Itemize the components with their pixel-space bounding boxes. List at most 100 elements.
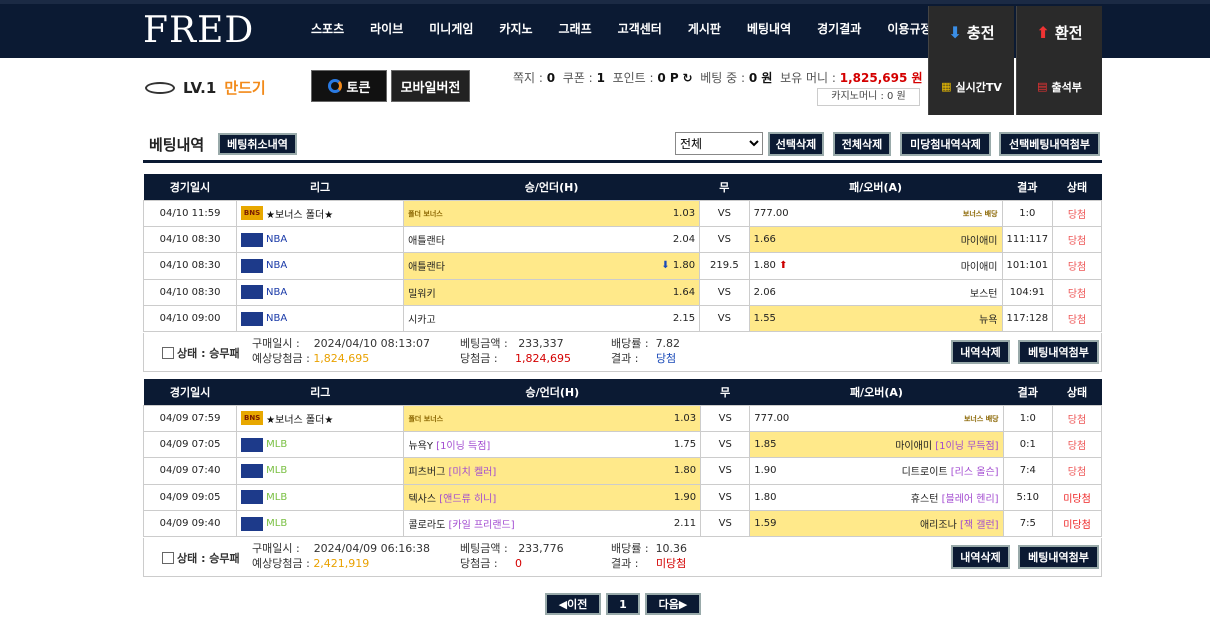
refresh-icon[interactable]: ↻ — [683, 71, 693, 85]
status-badge: 미당첨 — [1051, 483, 1103, 512]
away-pick: 2.06 보스턴 — [748, 278, 1003, 307]
home-pick: 폴더 보너스 1.03 — [403, 199, 701, 227]
amount-info: 베팅금액 : 233,337 당첨금 : 1,824,695 — [460, 337, 572, 365]
column-header: 경기일시 — [143, 174, 237, 200]
away-pick: 1.59 애리조나 [잭 갤런] — [749, 510, 1004, 538]
column-header: 상태 — [1052, 174, 1102, 200]
prev-page-button[interactable]: ◀이전 — [545, 593, 601, 615]
bet-select-checkbox[interactable]: 상태 : 승무패 — [162, 345, 240, 361]
away-pick: 1.66 마이애미 — [748, 225, 1003, 254]
nav-item[interactable]: 라이브 — [357, 20, 416, 37]
nav-item[interactable]: 스포츠 — [298, 20, 357, 37]
bet-select-checkbox[interactable]: 상태 : 승무패 — [162, 550, 240, 566]
draw-cell: VS — [700, 483, 751, 512]
score: 104:91 — [1001, 278, 1054, 307]
bonus-tag: 보너스 배당 — [963, 414, 999, 423]
nav-item[interactable]: 베팅내역 — [734, 20, 804, 37]
page-title: 베팅내역 — [149, 136, 205, 154]
league-cell: MLB — [236, 457, 405, 485]
attach-bet-button[interactable]: 베팅내역첨부 — [1018, 545, 1099, 569]
nav-item[interactable]: 고객센터 — [605, 20, 675, 37]
user-level: LV.1 만드기 — [145, 77, 266, 98]
nav-item[interactable]: 카지노 — [486, 20, 545, 37]
filter-select[interactable]: 전체 — [675, 132, 763, 155]
attach-bet-button[interactable]: 베팅내역첨부 — [1018, 340, 1099, 364]
delete-bet-button[interactable]: 내역삭제 — [951, 545, 1010, 569]
column-header: 패/오버(A) — [749, 174, 1003, 200]
status-badge: 당첨 — [1052, 225, 1102, 254]
status-badge: 당첨 — [1052, 199, 1102, 227]
home-pick: 애틀랜타 2.04 — [403, 225, 701, 254]
home-pick: 시카고 2.15 — [403, 305, 701, 333]
upload-icon: ⬆ — [1036, 22, 1050, 42]
delete-all-button[interactable]: 전체삭제 — [833, 132, 891, 156]
exchange-button[interactable]: ⬆ 환전 — [1016, 6, 1102, 58]
nav-item[interactable]: 게시판 — [675, 20, 734, 37]
bet-table: 경기일시 리그 승/언더(H) 무 패/오버(A) 결과 상태 04/10 11:59 BNS ★… — [142, 174, 1102, 333]
live-tv-button[interactable]: ▦ 실시간TV — [928, 58, 1014, 115]
away-pick: 1.80 휴스턴 [블레어 헨리] — [749, 483, 1004, 512]
table-header: 경기일시 리그 승/언더(H) 무 패/오버(A) 결과 상태 — [143, 379, 1102, 405]
casino-money: 카지노머니 : 0 원 — [817, 88, 920, 106]
score: 111:117 — [1001, 225, 1054, 254]
next-page-button[interactable]: 다음▶ — [645, 593, 701, 615]
column-header: 패/오버(A) — [749, 379, 1004, 405]
nav-item[interactable]: 경기결과 — [804, 20, 874, 37]
browser-strip — [0, 0, 1210, 4]
mobile-version-button[interactable]: 모바일버전 — [391, 70, 470, 102]
select-delete-button[interactable]: 선택삭제 — [768, 132, 824, 156]
draw-cell: VS — [700, 404, 751, 432]
charge-button[interactable]: ⬇ 충전 — [928, 6, 1014, 58]
checkbox-icon — [162, 552, 174, 564]
home-pick: 폴더 보너스 1.03 — [403, 404, 702, 432]
table-row: 04/10 08:30 NBA 애틀랜타 ⬇ 1.80 219.5 1.80 ⬆ 마이애미 1… — [142, 252, 1102, 280]
status-badge: 당첨 — [1052, 305, 1102, 333]
score: 7:4 — [1002, 457, 1053, 485]
draw-cell: 219.5 — [699, 252, 750, 280]
column-header: 무 — [700, 379, 750, 405]
bonus-tag: 보너스 배당 — [962, 209, 998, 218]
away-pick: 777.00 보너스 배당 — [749, 404, 1004, 432]
away-pick: 777.00 보너스 배당 — [748, 199, 1003, 227]
league-cell: NBA — [236, 225, 405, 254]
draw-cell: VS — [700, 430, 751, 459]
nav-item[interactable]: 그래프 — [546, 20, 605, 37]
mlb-logo-icon — [241, 516, 264, 531]
delete-bet-button[interactable]: 내역삭제 — [951, 340, 1010, 364]
table-row: 04/09 07:59 BNS ★보너스 폴더★ 폴더 보너스 1.03 VS 777.00… — [142, 404, 1103, 432]
match-date: 04/10 08:30 — [142, 225, 238, 254]
score: 101:101 — [1001, 252, 1054, 280]
account-info: 쪽지 : 0 쿠폰 : 1 포인트 : 0 P ↻ 베팅 중 : 0 원 보유 … — [513, 71, 923, 85]
download-icon: ⬇ — [948, 22, 962, 42]
page-1-button[interactable]: 1 — [606, 593, 640, 615]
league-cell: BNS ★보너스 폴더★ — [236, 199, 405, 227]
status-badge: 당첨 — [1052, 252, 1102, 280]
table-row: 04/09 09:05 MLB 텍사스 [앤드류 히니] 1.90 VS 1.80 휴스턴 … — [142, 483, 1103, 512]
attach-selected-button[interactable]: 선택베팅내역첨부 — [999, 132, 1100, 156]
toss-button[interactable]: 토큰 — [311, 70, 387, 102]
table-row: 04/09 07:05 MLB 뉴욕Y [1이닝 득점] 1.75 VS 1.85 마이애미… — [142, 430, 1103, 459]
buy-info: 구매일시 : 2024/04/10 08:13:07 예상당첨금 : 1,824,… — [252, 337, 430, 365]
home-pick: 피츠버그 [미치 켈러] 1.80 — [403, 457, 702, 485]
amount-info: 베팅금액 : 233,776 당첨금 : 0 — [460, 542, 564, 570]
nav-item[interactable]: 미니게임 — [416, 20, 486, 37]
site-logo[interactable]: FRED — [143, 10, 254, 51]
odds-up-icon: ⬆ — [779, 260, 788, 272]
divider — [143, 160, 1102, 163]
nba-logo-icon — [241, 232, 264, 247]
home-pick: 애틀랜타 ⬇ 1.80 — [403, 252, 701, 280]
status-badge: 당첨 — [1052, 278, 1102, 307]
delete-lost-button[interactable]: 미당첨내역삭제 — [900, 132, 991, 156]
status-badge: 미당첨 — [1051, 510, 1103, 538]
nba-logo-icon — [241, 258, 264, 273]
column-header: 리그 — [236, 379, 404, 405]
cancel-history-button[interactable]: 베팅취소내역 — [218, 133, 297, 155]
attendance-button[interactable]: ▤ 출석부 — [1016, 58, 1102, 115]
away-pick: 1.55 뉴욕 — [748, 305, 1003, 333]
score: 7:5 — [1002, 510, 1053, 538]
rate-info: 배당률 : 10.36 결과 : 미당첨 — [611, 542, 688, 570]
column-header: 상태 — [1052, 379, 1102, 405]
tv-icon: ▦ — [941, 80, 952, 93]
column-header: 경기일시 — [143, 379, 237, 405]
home-pick: 콜로라도 [카일 프리랜드] 2.11 — [403, 510, 702, 538]
